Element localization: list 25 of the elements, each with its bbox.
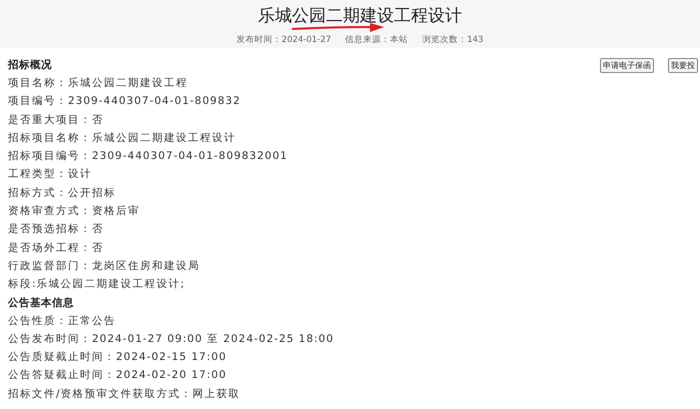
info-line: 资格审查方式：资格后审 [8,204,141,220]
info-line: 项目名称：乐城公园二期建设工程 [8,76,189,91]
info-line: 是否场外工程：否 [8,240,105,256]
info-line: 项目编号：2309-440307-04-01-809832 [8,94,242,110]
info-line: 工程类型：设计 [8,167,93,182]
action-button[interactable]: 我要投 [668,58,698,72]
info-line: 公告质疑截止时间：2024-02-15 17:00 [8,350,228,366]
action-button[interactable]: 申请电子保函 [600,58,654,72]
meta-info: 发布时间：2024-01-27 [236,34,332,46]
info-line: 公告答疑截止时间：2024-02-20 17:00 [8,368,228,384]
meta-info: 信息来源：本站 [345,34,408,46]
info-line: 是否重大项目：否 [8,112,105,128]
info-line: 招标项目编号：2309-440307-04-01-809832001 [8,149,289,164]
info-line: 行政监督部门：龙岗区住房和建设局 [8,258,201,274]
info-line: 公告发布时间：2024-01-27 09:00 至 2024-02-25 18:00 [8,332,335,347]
info-line: 标段:乐城公园二期建设工程设计; [8,277,186,292]
meta-info: 浏览次数：143 [422,34,484,46]
info-line: 公告性质：正常公告 [8,314,117,329]
info-line: 是否预选招标：否 [8,222,105,238]
info-line: 招标项目名称：乐城公园二期建设工程设计 [8,130,237,146]
info-line: 招标方式：公开招标 [8,186,117,201]
page-title: 乐城公园二期建设工程设计 [258,5,462,28]
section-heading: 公告基本信息 [8,296,75,311]
section-heading: 招标概况 [8,58,52,73]
info-line: 招标文件/资格预审文件获取方式：网上获取 [8,386,242,402]
